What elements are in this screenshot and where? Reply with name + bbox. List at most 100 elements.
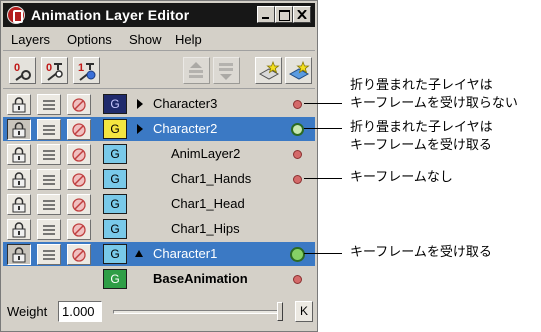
create-layer-from-selected-button[interactable]: [285, 57, 312, 84]
layer-name[interactable]: BaseAnimation: [153, 271, 248, 286]
lock-layer-button[interactable]: [7, 194, 31, 215]
lock-layer-button[interactable]: [7, 94, 31, 115]
mute-icon: [72, 98, 86, 112]
solo-layer-button[interactable]: [37, 244, 61, 265]
menu-options[interactable]: Options: [67, 32, 112, 47]
callout-line-text: 折り畳まれた子レイヤは: [350, 119, 493, 134]
ghost-button[interactable]: G: [103, 244, 127, 264]
mute-layer-button[interactable]: [67, 144, 91, 165]
expand-arrow-icon[interactable]: [135, 250, 143, 257]
mute-layer-button[interactable]: [67, 169, 91, 190]
mute-layer-button[interactable]: [67, 219, 91, 240]
lock-icon: [12, 247, 26, 263]
menu-bar: Layers Options Show Help: [3, 29, 315, 51]
mute-icon: [72, 198, 86, 212]
one-weight-key-button[interactable]: 1: [73, 57, 100, 84]
key-zero-weight-icon: 0: [46, 62, 63, 81]
layer-name[interactable]: Character2: [153, 121, 217, 136]
callout-line: [304, 178, 342, 179]
solo-icon: [43, 200, 55, 210]
callout-line: [304, 103, 342, 104]
layer-name[interactable]: Char1_Hands: [171, 171, 251, 186]
ghost-button[interactable]: G: [103, 169, 127, 189]
create-empty-layer-icon: [258, 60, 280, 80]
layer-name[interactable]: Char1_Hips: [171, 221, 240, 236]
zero-key-button[interactable]: 0: [9, 57, 36, 84]
solo-layer-button[interactable]: [37, 169, 61, 190]
lock-layer-button[interactable]: [7, 219, 31, 240]
callout-text: キーフレームなし: [350, 168, 453, 186]
keyframe-indicator-icon: [293, 100, 302, 109]
menu-help[interactable]: Help: [175, 32, 202, 47]
lock-icon: [12, 122, 26, 138]
solo-layer-button[interactable]: [37, 119, 61, 140]
menu-show[interactable]: Show: [129, 32, 162, 47]
solo-layer-button[interactable]: [37, 219, 61, 240]
callout-line-text: キーフレームを受け取らない: [350, 95, 518, 110]
lock-icon: [12, 222, 26, 238]
keyframe-indicator-icon: [290, 247, 305, 262]
title-bar[interactable]: Animation Layer Editor: [3, 3, 315, 27]
lock-layer-button[interactable]: [7, 119, 31, 140]
weight-slider-handle[interactable]: [277, 302, 283, 321]
collapsed-arrow-icon[interactable]: [137, 99, 143, 109]
layer-name[interactable]: AnimLayer2: [171, 146, 240, 161]
solo-icon: [43, 225, 55, 235]
lock-layer-button[interactable]: [7, 244, 31, 265]
layer-row[interactable]: G Char1_Hands: [3, 167, 315, 191]
move-layer-down-button[interactable]: [213, 57, 240, 84]
layer-row[interactable]: G AnimLayer2: [3, 142, 315, 166]
mute-layer-button[interactable]: [67, 194, 91, 215]
menu-layers[interactable]: Layers: [11, 32, 50, 47]
layer-name[interactable]: Character1: [153, 246, 217, 261]
solo-layer-button[interactable]: [37, 94, 61, 115]
create-layer-from-selected-icon: [288, 60, 310, 80]
lock-layer-button[interactable]: [7, 169, 31, 190]
mute-icon: [72, 248, 86, 262]
move-layer-up-button[interactable]: [183, 57, 210, 84]
solo-layer-button[interactable]: [37, 144, 61, 165]
move-layer-down-icon: [219, 63, 233, 80]
move-layer-up-icon: [189, 62, 203, 78]
create-empty-layer-button[interactable]: [255, 57, 282, 84]
lock-layer-button[interactable]: [7, 144, 31, 165]
layer-name[interactable]: Character3: [153, 96, 217, 111]
mute-icon: [72, 223, 86, 237]
layer-row[interactable]: G Char1_Hips: [3, 217, 315, 241]
ghost-button[interactable]: G: [103, 194, 127, 214]
close-button[interactable]: [293, 6, 311, 23]
mute-layer-button[interactable]: [67, 119, 91, 140]
ghost-button[interactable]: G: [103, 144, 127, 164]
zero-weight-key-button[interactable]: 0: [41, 57, 68, 84]
lock-icon: [12, 147, 26, 163]
layer-row[interactable]: G Character2: [3, 117, 315, 141]
layer-row[interactable]: G Char1_Head: [3, 192, 315, 216]
weight-label: Weight: [7, 304, 48, 319]
maya-app-icon: [7, 6, 25, 24]
ghost-button[interactable]: G: [103, 219, 127, 239]
collapsed-arrow-icon[interactable]: [137, 124, 143, 134]
animation-layer-editor-window: Animation Layer Editor Layers Options Sh…: [0, 0, 318, 332]
key-zero-icon: 0: [14, 62, 31, 81]
weight-slider-track[interactable]: [113, 310, 283, 314]
layer-row[interactable]: G Character1: [3, 242, 315, 266]
minimize-button[interactable]: [257, 6, 275, 23]
key-weight-button[interactable]: K: [295, 301, 313, 322]
ghost-button[interactable]: G: [103, 94, 127, 114]
mute-layer-button[interactable]: [67, 94, 91, 115]
mute-layer-button[interactable]: [67, 244, 91, 265]
keyframe-indicator-icon: [291, 123, 304, 136]
solo-icon: [43, 125, 55, 135]
lock-icon: [12, 172, 26, 188]
ghost-button[interactable]: G: [103, 269, 127, 289]
solo-icon: [43, 150, 55, 160]
lock-icon: [12, 197, 26, 213]
maximize-button[interactable]: [275, 6, 293, 23]
callout-line-text: キーフレームなし: [350, 169, 453, 184]
weight-input[interactable]: 1.000: [58, 301, 102, 322]
ghost-button[interactable]: G: [103, 119, 127, 139]
layer-row[interactable]: G Character3: [3, 92, 315, 116]
layer-name[interactable]: Char1_Head: [171, 196, 245, 211]
layer-row[interactable]: G BaseAnimation: [3, 267, 315, 291]
solo-layer-button[interactable]: [37, 194, 61, 215]
